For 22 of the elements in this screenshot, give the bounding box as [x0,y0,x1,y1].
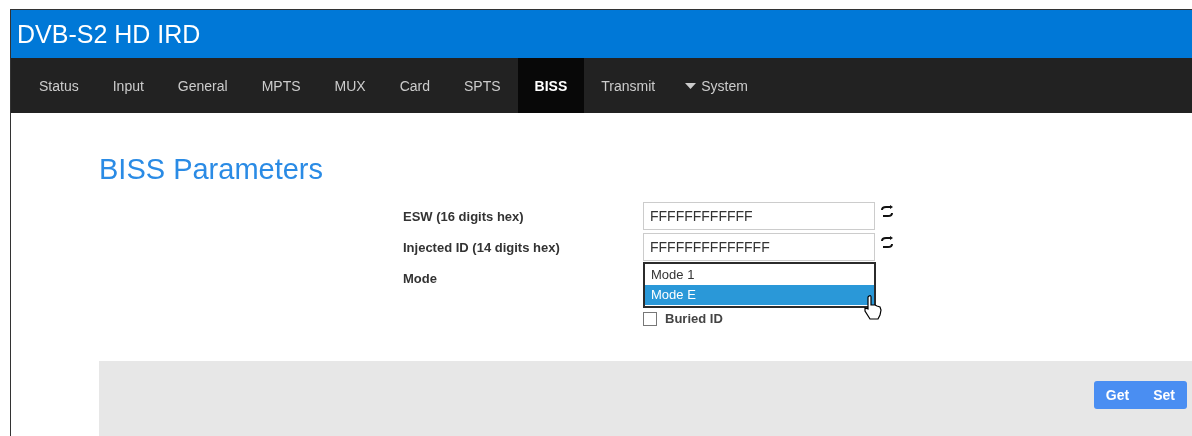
esw-field[interactable]: FFFFFFFFFFFF [643,202,875,230]
checkbox-label: Buried ID [665,311,723,326]
field-label: ESW (16 digits hex) [403,207,524,226]
injected-id-field[interactable]: FFFFFFFFFFFFFF [643,233,875,261]
app-title: DVB-S2 HD IRD [17,19,201,49]
nav-tab[interactable]: Transmit [584,58,673,113]
field-label: Mode [403,269,437,288]
page-heading: BISS Parameters [99,153,324,186]
caret-icon [685,82,697,89]
nav-tab[interactable]: General [160,58,245,113]
swap-icon[interactable] [880,236,894,249]
field-label: Injected ID (14 digits hex) [403,238,560,257]
nav-tab[interactable]: MUX [317,58,383,113]
nav-tab[interactable]: Card [382,58,448,113]
nav-tab[interactable]: SPTS [447,58,518,113]
swap-icon[interactable] [880,205,894,218]
menu-tab[interactable]: System [672,58,761,113]
nav-tab[interactable]: Input [95,58,161,113]
nav-tab[interactable]: MPTS [244,58,318,113]
nav-tab[interactable]: Status [22,58,96,113]
checkbox[interactable] [643,311,657,326]
nav-tab[interactable]: BISS [517,58,585,113]
